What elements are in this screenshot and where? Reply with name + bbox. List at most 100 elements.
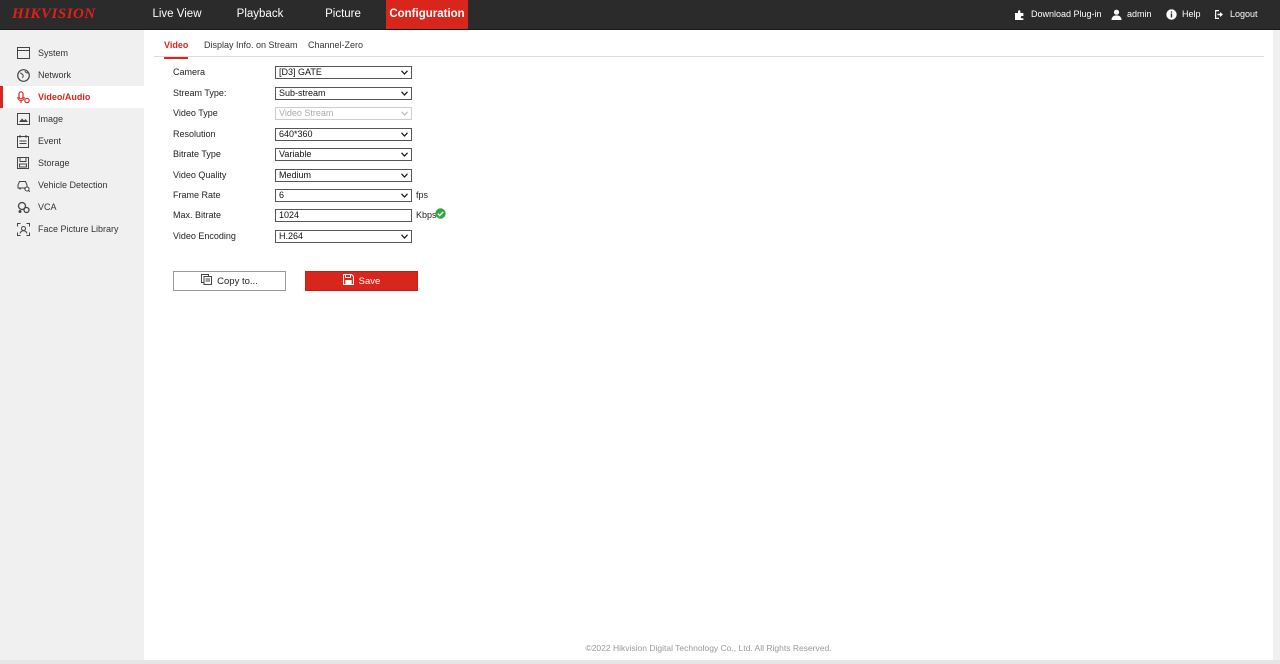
download-plugin-link[interactable]: Download Plug-in xyxy=(1014,0,1102,29)
sidebar-item-face-picture-library[interactable]: Face Picture Library xyxy=(0,218,144,240)
chevron-down-icon xyxy=(401,132,408,137)
sidebar-item-label: Video/Audio xyxy=(38,92,91,102)
sidebar-item-label: Network xyxy=(38,70,72,80)
camera-row: Camera [D3] GATE xyxy=(173,66,573,80)
puzzle-icon xyxy=(1014,9,1026,21)
help-label: Help xyxy=(1182,9,1201,19)
nav-playback[interactable]: Playback xyxy=(229,0,291,29)
video-quality-label: Video Quality xyxy=(173,170,227,180)
video-audio-icon xyxy=(16,90,30,104)
sidebar: System Network Video/Audio Image Event S… xyxy=(0,30,144,664)
max-bitrate-label: Max. Bitrate xyxy=(173,210,222,220)
resolution-select[interactable]: 640*360 xyxy=(275,128,412,141)
chevron-down-icon xyxy=(401,193,408,198)
sidebar-item-event[interactable]: Event xyxy=(0,130,144,152)
sidebar-item-image[interactable]: Image xyxy=(0,108,144,130)
video-type-select: Video Stream xyxy=(275,107,412,120)
video-type-row: Video Type Video Stream xyxy=(173,107,573,121)
event-icon xyxy=(16,134,30,148)
nav-picture[interactable]: Picture xyxy=(314,0,372,29)
chevron-down-icon xyxy=(401,234,408,239)
tab-channel-zero[interactable]: Channel-Zero xyxy=(308,40,363,57)
max-bitrate-input[interactable]: 1024 xyxy=(275,209,412,222)
tab-video[interactable]: Video xyxy=(164,40,189,59)
storage-icon xyxy=(16,156,30,170)
sidebar-item-vca[interactable]: VCA xyxy=(0,196,144,218)
max-bitrate-row: Max. Bitrate 1024 Kbps xyxy=(173,208,573,223)
sidebar-item-label: Image xyxy=(38,114,64,124)
nav-live-view[interactable]: Live View xyxy=(147,0,207,29)
frame-rate-label: Frame Rate xyxy=(173,190,221,200)
resolution-label: Resolution xyxy=(173,129,216,139)
bottom-edge xyxy=(0,660,1280,664)
bitrate-type-select[interactable]: Variable xyxy=(275,148,412,161)
face-library-icon xyxy=(16,222,30,236)
tab-bar: Video Display Info. on Stream Channel-Ze… xyxy=(154,30,1264,59)
stream-type-value: Sub-stream xyxy=(279,88,326,98)
resolution-row: Resolution 640*360 xyxy=(173,128,573,142)
sidebar-item-label: VCA xyxy=(38,202,57,212)
help-link[interactable]: Help xyxy=(1166,0,1201,29)
video-encoding-select[interactable]: H.264 xyxy=(275,230,412,243)
sidebar-item-network[interactable]: Network xyxy=(0,64,144,86)
save-label: Save xyxy=(358,275,381,287)
tab-display-info[interactable]: Display Info. on Stream xyxy=(204,40,298,57)
chevron-down-icon xyxy=(401,173,408,178)
logout-label: Logout xyxy=(1230,9,1258,19)
top-bar: HIKVISION Live View Playback Picture Con… xyxy=(0,0,1280,30)
network-icon xyxy=(16,68,30,82)
nav-configuration[interactable]: Configuration xyxy=(386,0,468,29)
copy-icon xyxy=(201,274,213,288)
bitrate-type-value: Variable xyxy=(279,149,312,159)
camera-value: [D3] GATE xyxy=(279,67,322,77)
check-circle-icon xyxy=(435,208,446,222)
user-menu[interactable]: admin xyxy=(1111,0,1152,29)
copy-to-label: Copy to... xyxy=(217,275,258,287)
camera-select[interactable]: [D3] GATE xyxy=(275,66,412,79)
sidebar-item-label: Storage xyxy=(38,158,70,168)
video-encoding-row: Video Encoding H.264 xyxy=(173,230,573,244)
resolution-value: 640*360 xyxy=(279,129,313,139)
footer-copyright: ©2022 Hikvision Digital Technology Co., … xyxy=(585,643,832,653)
copy-to-button[interactable]: Copy to... xyxy=(173,271,286,291)
sidebar-item-label: Event xyxy=(38,136,62,146)
download-plugin-label: Download Plug-in xyxy=(1031,9,1102,19)
video-quality-value: Medium xyxy=(279,170,312,180)
frame-rate-value: 6 xyxy=(279,190,285,200)
page-scrollbar-track[interactable] xyxy=(1273,30,1280,664)
logout-link[interactable]: Logout xyxy=(1214,0,1258,29)
frame-rate-unit: fps xyxy=(416,190,429,200)
stream-type-select[interactable]: Sub-stream xyxy=(275,87,412,100)
frame-rate-row: Frame Rate 6 fps xyxy=(173,189,573,203)
main-panel: Video Display Info. on Stream Channel-Ze… xyxy=(144,30,1273,660)
vca-icon xyxy=(16,200,30,214)
save-button[interactable]: Save xyxy=(305,271,418,291)
vehicle-detection-icon xyxy=(16,178,30,192)
user-icon xyxy=(1111,9,1122,20)
video-type-label: Video Type xyxy=(173,108,218,118)
bitrate-type-label: Bitrate Type xyxy=(173,149,221,159)
sidebar-item-label: Vehicle Detection xyxy=(38,180,108,190)
video-quality-row: Video Quality Medium xyxy=(173,169,573,183)
video-encoding-value: H.264 xyxy=(279,231,304,241)
chevron-down-icon xyxy=(401,91,408,96)
sidebar-item-system[interactable]: System xyxy=(0,42,144,64)
frame-rate-select[interactable]: 6 xyxy=(275,189,412,202)
logout-icon xyxy=(1214,9,1225,20)
max-bitrate-value: 1024 xyxy=(279,210,300,220)
image-icon xyxy=(16,112,30,126)
stream-type-row: Stream Type: Sub-stream xyxy=(173,87,573,101)
chevron-down-icon xyxy=(401,152,408,157)
sidebar-item-label: Face Picture Library xyxy=(38,224,119,234)
sidebar-item-video-audio[interactable]: Video/Audio xyxy=(0,86,144,108)
sidebar-item-vehicle-detection[interactable]: Vehicle Detection xyxy=(0,174,144,196)
system-icon xyxy=(16,46,30,60)
chevron-down-icon xyxy=(401,111,408,116)
user-label: admin xyxy=(1127,9,1152,19)
video-quality-select[interactable]: Medium xyxy=(275,169,412,182)
camera-label: Camera xyxy=(173,67,206,77)
save-icon xyxy=(342,273,354,288)
brand-logo: HIKVISION xyxy=(12,6,96,22)
video-type-value: Video Stream xyxy=(279,108,334,118)
sidebar-item-storage[interactable]: Storage xyxy=(0,152,144,174)
